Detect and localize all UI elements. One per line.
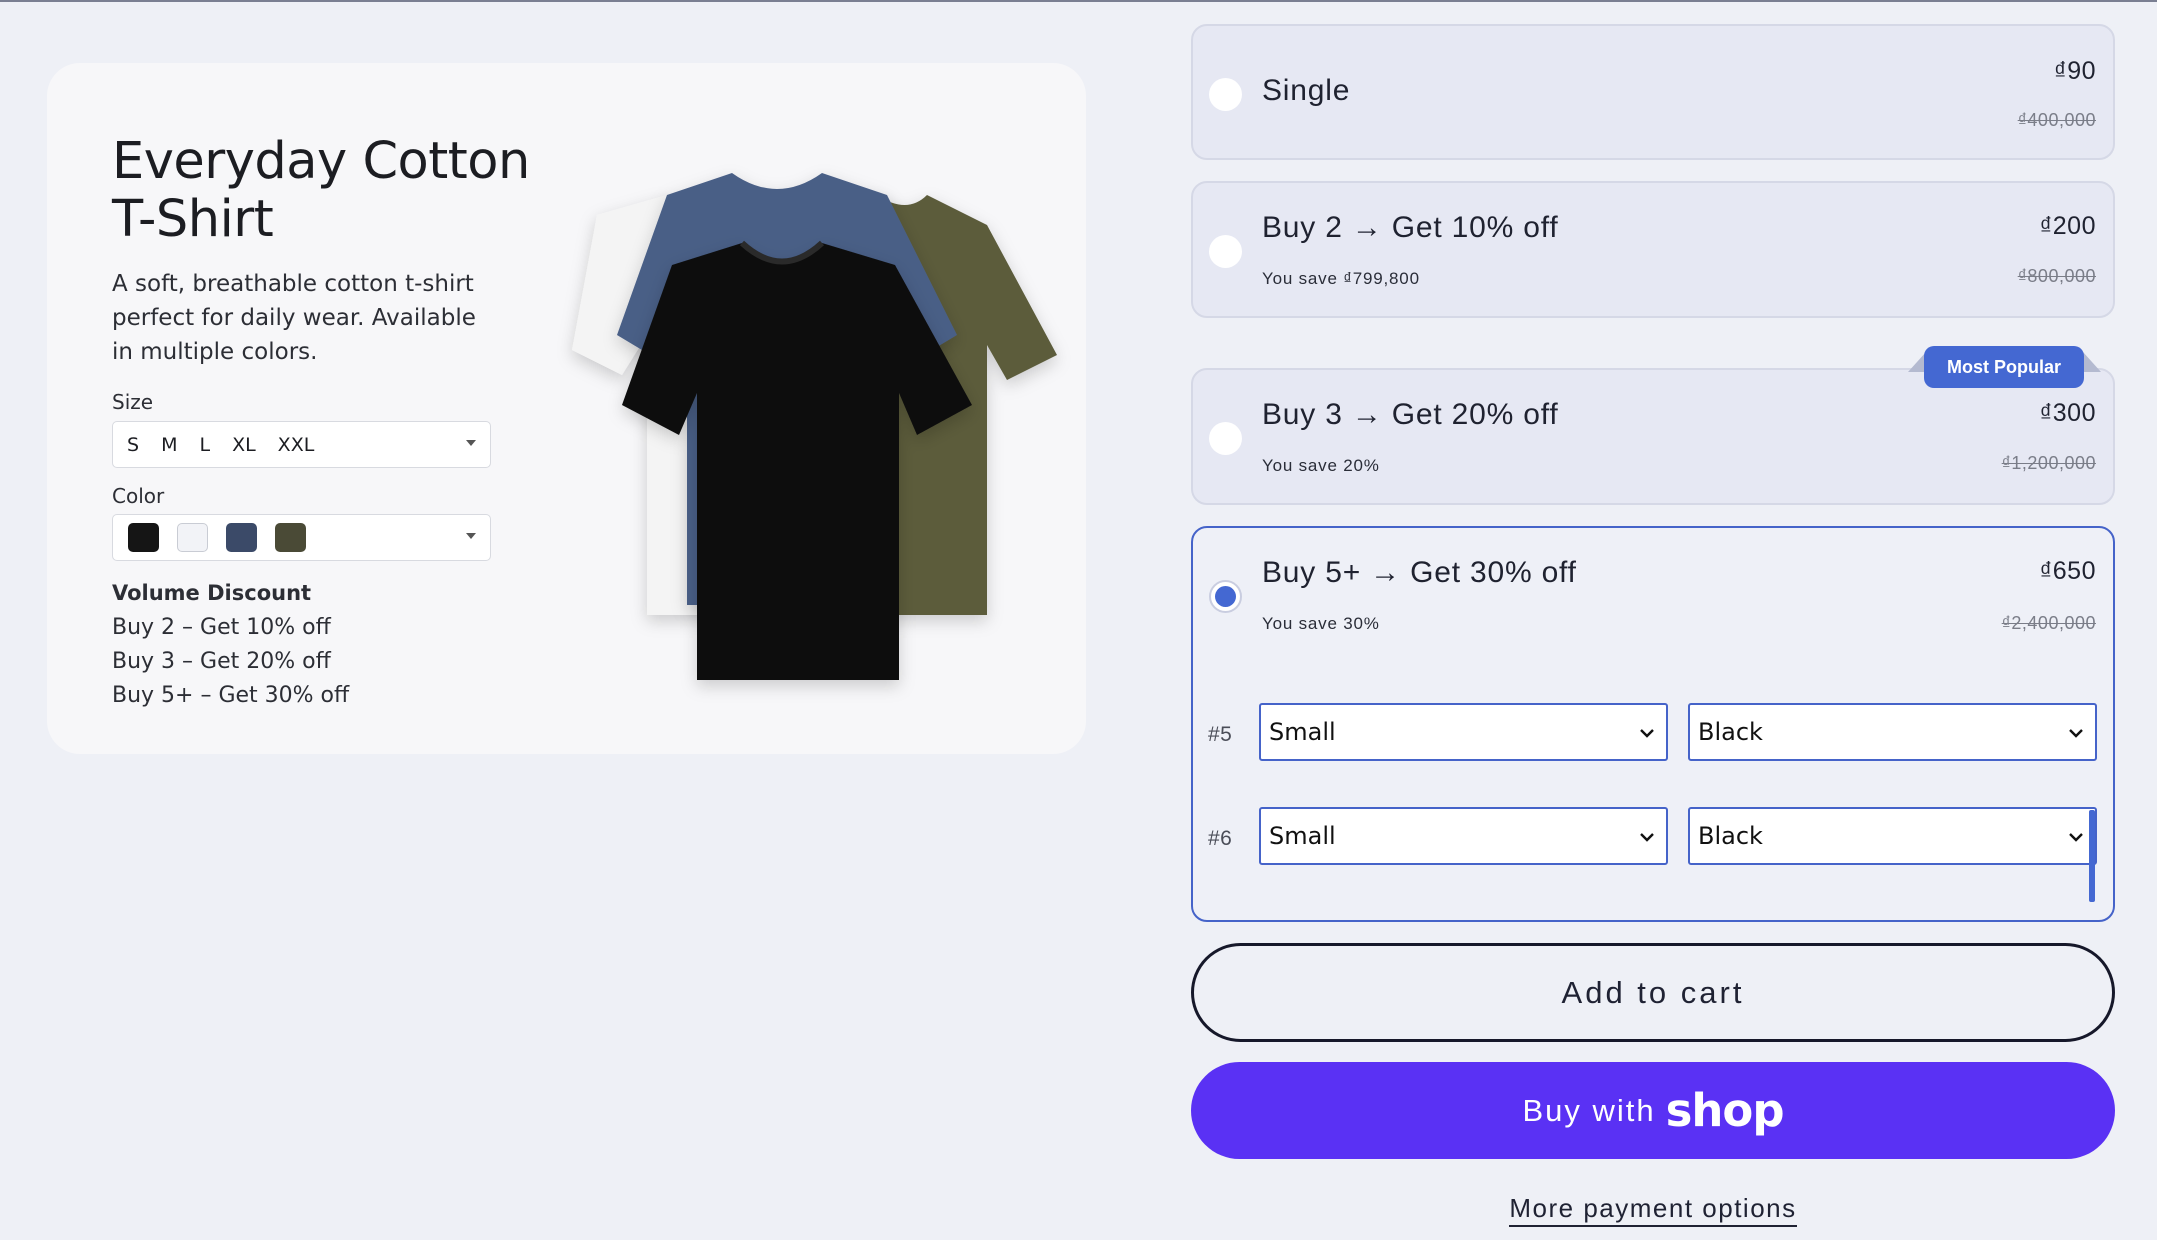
- option-title: Buy 2 → Get 10% off: [1262, 211, 1559, 244]
- radio-button[interactable]: [1209, 235, 1242, 268]
- option-savings: You save 30%: [1262, 614, 1380, 633]
- option-title: Single: [1262, 74, 1351, 107]
- size-option: L: [199, 433, 211, 456]
- size-option: M: [161, 433, 178, 456]
- product-image-card: Everyday Cotton T-Shirt A soft, breathab…: [47, 63, 1086, 754]
- buy-with-label: Buy with: [1522, 1092, 1656, 1128]
- option-compare-price: ₫800,000: [2017, 266, 2096, 286]
- size-option: XL: [232, 433, 256, 456]
- volume-discount-line: Buy 3 – Get 20% off: [112, 649, 331, 674]
- option-title: Buy 3 → Get 20% off: [1262, 398, 1559, 431]
- option-title: Buy 5+ → Get 30% off: [1262, 556, 1577, 589]
- scrollbar-thumb[interactable]: [2089, 810, 2095, 902]
- color-label: Color: [112, 484, 165, 508]
- option-price: ₫200: [2039, 212, 2096, 240]
- swatch-olive: [275, 523, 306, 552]
- color-dropdown[interactable]: Black: [1688, 703, 2097, 761]
- option-price: ₫650: [2039, 557, 2096, 585]
- color-dropdown-value: Black: [1698, 822, 1763, 850]
- bundle-option-single[interactable]: Single ₫90 ₫400,000: [1191, 24, 2115, 160]
- radio-button[interactable]: [1209, 78, 1242, 111]
- chevron-down-icon: [1640, 729, 1654, 738]
- size-label: Size: [112, 390, 154, 414]
- swatch-blue: [226, 523, 257, 552]
- volume-discount-line: Buy 5+ – Get 30% off: [112, 683, 350, 708]
- option-savings: You save ₫799,800: [1262, 269, 1420, 288]
- size-option: XXL: [277, 433, 315, 456]
- more-payment-options-link[interactable]: More payment options: [1191, 1193, 2115, 1227]
- size-select-image: S M L XL XXL: [112, 421, 491, 468]
- buy-with-shop-button[interactable]: Buy with shop: [1191, 1062, 2115, 1159]
- size-dropdown[interactable]: Small: [1259, 703, 1668, 761]
- color-dropdown-value: Black: [1698, 718, 1763, 746]
- shop-logo: shop: [1665, 1084, 1785, 1137]
- variant-row-number: #5: [1208, 723, 1233, 746]
- top-divider: [0, 0, 2157, 2]
- color-select-image: [112, 514, 491, 561]
- option-compare-price: ₫1,200,000: [2001, 453, 2096, 473]
- option-savings: You save 20%: [1262, 456, 1380, 475]
- size-option: S: [127, 433, 140, 456]
- product-description: A soft, breathable cotton t-shirt perfec…: [112, 271, 476, 365]
- chevron-down-icon: [2069, 833, 2083, 842]
- option-compare-price: ₫2,400,000: [2001, 613, 2096, 633]
- product-title: Everyday Cotton T-Shirt: [112, 132, 530, 249]
- most-popular-badge: Most Popular: [1924, 346, 2084, 388]
- caret-down-icon: [466, 533, 476, 539]
- radio-button[interactable]: [1209, 422, 1242, 455]
- option-price: ₫90: [2053, 57, 2096, 85]
- color-dropdown[interactable]: Black: [1688, 807, 2097, 865]
- size-dropdown-value: Small: [1269, 822, 1336, 850]
- swatch-white: [177, 523, 208, 552]
- size-dropdown[interactable]: Small: [1259, 807, 1668, 865]
- radio-button-checked[interactable]: [1209, 580, 1242, 613]
- swatch-black: [128, 523, 159, 552]
- bundle-option-buy-3[interactable]: Buy 3 → Get 20% off You save 20% ₫300 ₫1…: [1191, 368, 2115, 505]
- volume-discount-line: Buy 2 – Get 10% off: [112, 615, 331, 640]
- chevron-down-icon: [1640, 833, 1654, 842]
- badge-ribbon-right: [2083, 352, 2101, 372]
- caret-down-icon: [466, 440, 476, 446]
- volume-discount-title: Volume Discount: [112, 581, 312, 605]
- chevron-down-icon: [2069, 729, 2083, 738]
- size-dropdown-value: Small: [1269, 718, 1336, 746]
- bundle-option-buy-2[interactable]: Buy 2 → Get 10% off You save ₫799,800 ₫2…: [1191, 181, 2115, 318]
- option-price: ₫300: [2039, 399, 2096, 427]
- option-compare-price: ₫400,000: [2017, 110, 2096, 130]
- tshirt-stack-image: [572, 173, 1057, 680]
- variant-row-number: #6: [1208, 827, 1233, 850]
- more-payment-options-label[interactable]: More payment options: [1509, 1193, 1797, 1227]
- add-to-cart-button[interactable]: Add to cart: [1191, 943, 2115, 1042]
